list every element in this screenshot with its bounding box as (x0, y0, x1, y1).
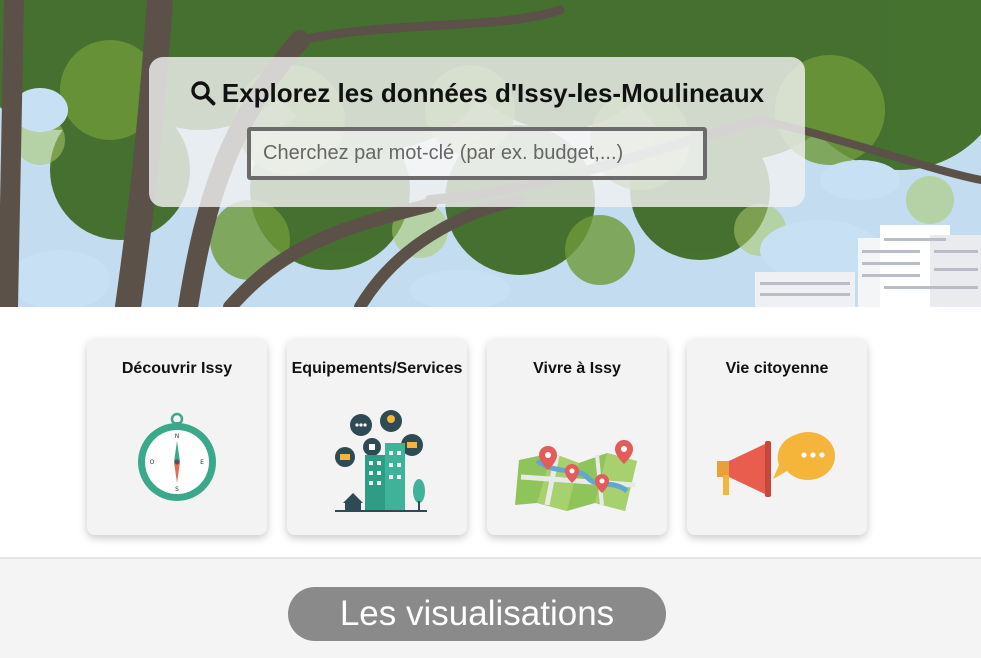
compass-icon: N S O E (138, 412, 216, 501)
search-icon (191, 81, 216, 106)
category-label: Vie citoyenne (725, 360, 829, 377)
visualisations-section: Les visualisations (0, 559, 981, 658)
search-panel: Explorez les données d'Issy-les-Moulinea… (149, 57, 805, 207)
category-card-vivre-a-issy[interactable]: Vivre à Issy (487, 339, 667, 535)
svg-text:O: O (150, 459, 155, 466)
map-pins-icon (515, 440, 637, 511)
category-label: Découvrir Issy (121, 360, 233, 377)
svg-text:S: S (175, 486, 179, 493)
category-card-vie-citoyenne[interactable]: Vie citoyenne (687, 339, 867, 535)
search-heading: Explorez les données d'Issy-les-Moulinea… (149, 78, 805, 109)
svg-text:N: N (175, 433, 180, 440)
svg-text:E: E (200, 459, 204, 466)
category-cards: Découvrir Issy N S O E Equipements/Servi… (0, 307, 981, 558)
city-services-icon (335, 410, 427, 512)
search-input[interactable] (247, 127, 707, 180)
hero-banner: Explorez les données d'Issy-les-Moulinea… (0, 0, 981, 307)
category-card-decouvrir-issy[interactable]: Découvrir Issy N S O E (87, 339, 267, 535)
category-label: Equipements/Services (291, 360, 463, 377)
category-label: Vivre à Issy (533, 360, 621, 377)
category-card-equipements-services[interactable]: Equipements/Services (287, 339, 467, 535)
visualisations-button[interactable]: Les visualisations (288, 587, 666, 641)
search-heading-text: Explorez les données d'Issy-les-Moulinea… (221, 78, 765, 108)
megaphone-speech-icon (717, 431, 836, 497)
